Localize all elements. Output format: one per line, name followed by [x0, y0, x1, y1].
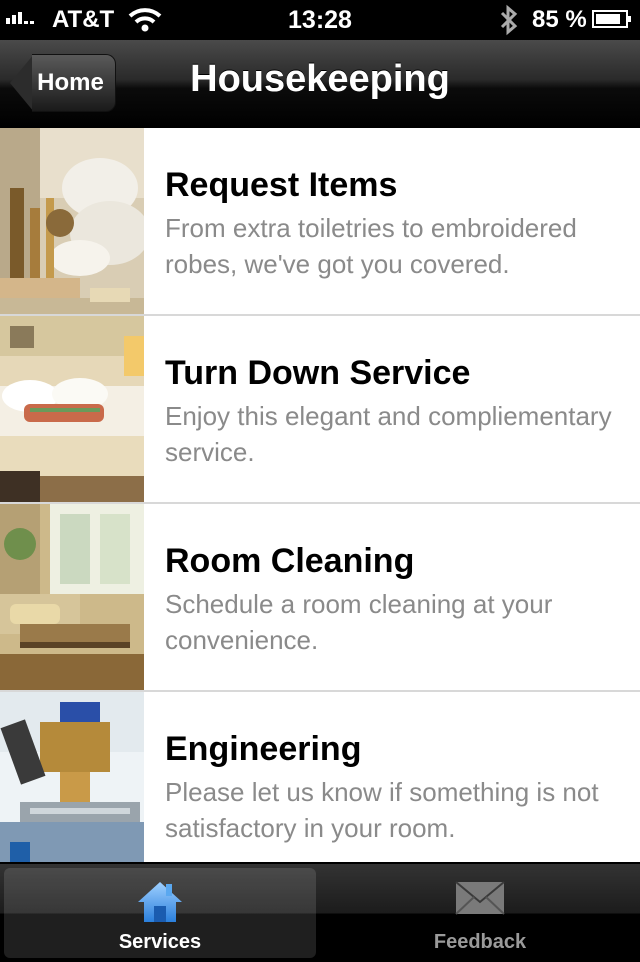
living-room-thumbnail — [0, 504, 144, 690]
back-button-label: Home — [32, 54, 116, 112]
navigation-bar: Home Housekeeping — [0, 40, 640, 130]
tab-services[interactable]: Services — [4, 868, 316, 958]
tab-label: Feedback — [433, 931, 527, 953]
item-title: Turn Down Service — [165, 354, 471, 392]
wrench-valve-thumbnail — [0, 692, 144, 878]
toiletries-thumbnail — [0, 128, 144, 314]
page-title: Housekeeping — [190, 58, 450, 100]
item-description: Enjoy this elegant and compliementary se… — [165, 401, 612, 467]
back-button[interactable]: Home — [10, 54, 116, 112]
status-bar: AT&T 13:28 85 % — [0, 0, 640, 40]
list-item-engineering[interactable]: Engineering Please let us know if someth… — [0, 692, 640, 880]
services-list: Request Items From extra toiletries to e… — [0, 128, 640, 880]
item-description: Please let us know if something is not s… — [165, 777, 599, 843]
bluetooth-icon — [498, 4, 520, 43]
tab-bar: Services Feedback — [0, 862, 640, 962]
item-description: Schedule a room cleaning at your conveni… — [165, 589, 553, 655]
item-title: Request Items — [165, 166, 398, 204]
item-title: Engineering — [165, 730, 362, 768]
battery-icon — [592, 10, 631, 28]
list-item-room-cleaning[interactable]: Room Cleaning Schedule a room cleaning a… — [0, 504, 640, 692]
item-description: From extra toiletries to embroidered rob… — [165, 213, 577, 279]
list-item-request-items[interactable]: Request Items From extra toiletries to e… — [0, 128, 640, 316]
house-icon — [136, 878, 184, 931]
bedroom-thumbnail — [0, 316, 144, 502]
list-item-turn-down-service[interactable]: Turn Down Service Enjoy this elegant and… — [0, 316, 640, 504]
item-title: Room Cleaning — [165, 542, 415, 580]
envelope-icon — [455, 878, 505, 923]
tab-feedback[interactable]: Feedback — [324, 868, 636, 958]
battery-percentage: 85 % — [532, 6, 587, 33]
tab-label: Services — [118, 931, 202, 953]
